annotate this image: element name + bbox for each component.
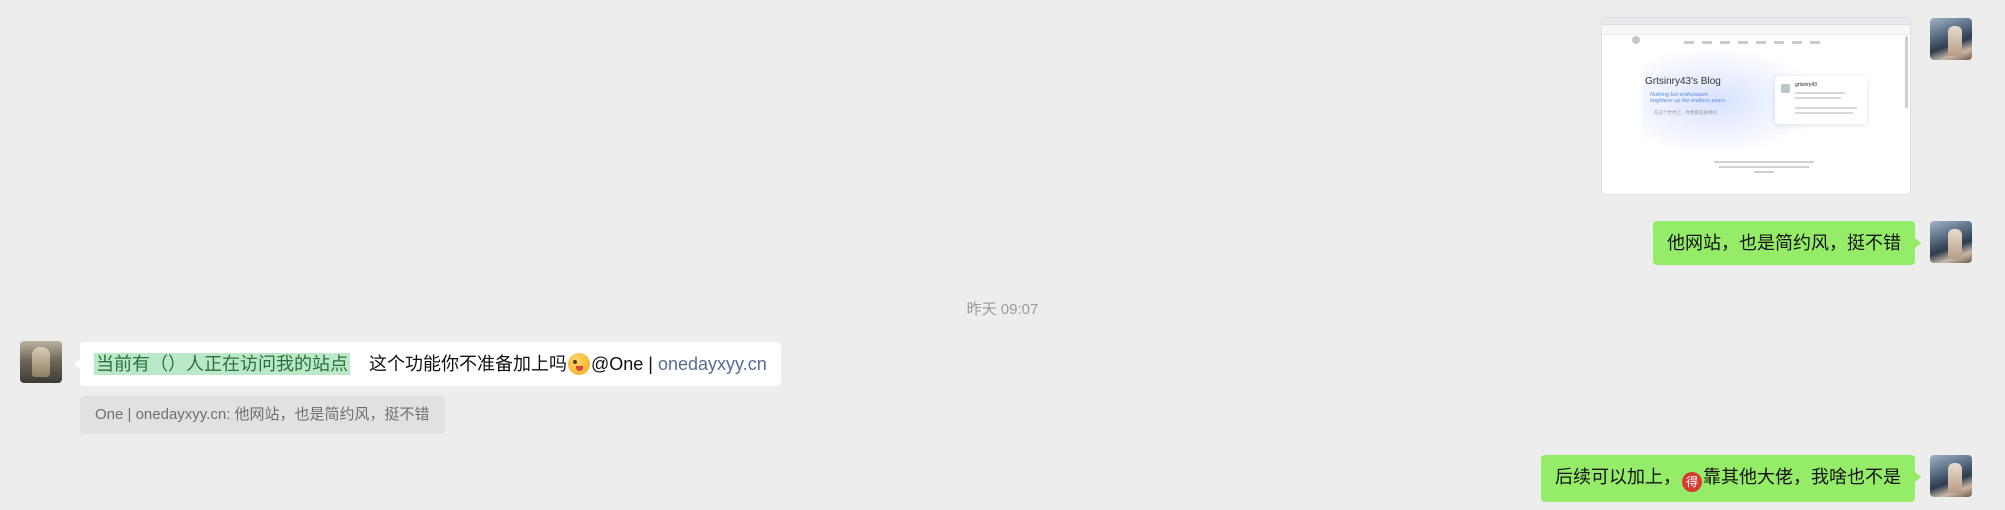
contact-avatar[interactable]	[20, 341, 62, 383]
message-link[interactable]: onedayxyy.cn	[658, 354, 767, 374]
highlighted-text: 当前有（）人正在访问我的站点	[94, 353, 350, 375]
message-bubble-other[interactable]: 当前有（）人正在访问我的站点 这个功能你不准备加上吗 @One | onedayx…	[74, 342, 781, 386]
quoted-message[interactable]: One | onedayxyy.cn: 他网站，也是简约风，挺不错	[80, 396, 445, 434]
self-avatar[interactable]	[1930, 221, 1972, 263]
message-timestamp: 昨天 09:07	[966, 301, 1039, 318]
de-emoji-icon: 得	[1682, 472, 1702, 492]
browser-address-bar	[1602, 25, 1910, 35]
profile-name: grtsinry43	[1795, 82, 1817, 88]
self-avatar[interactable]	[1930, 18, 1972, 60]
message-text-part1: 后续可以加上，	[1555, 467, 1681, 487]
profile-avatar	[1781, 84, 1790, 93]
mention-text: @One |	[591, 354, 658, 374]
screenshot-scrollbar	[1905, 36, 1908, 108]
message-text-part2: 靠其他大佬，我啥也不是	[1703, 467, 1901, 487]
message-text: 他网站，也是简约风，挺不错	[1667, 233, 1901, 253]
blog-subtitle: Nothing but enthusiasm brightens up the …	[1650, 92, 1727, 104]
browser-tab-strip	[1602, 18, 1910, 25]
message-bubble-self[interactable]: 他网站，也是简约风，挺不错	[1653, 221, 1921, 265]
blog-title: Grtsinry43's Blog	[1645, 76, 1721, 87]
screenshot-image-message[interactable]: Grtsinry43's Blog Nothing but enthusiasm…	[1602, 18, 1910, 194]
self-avatar[interactable]	[1930, 455, 1972, 497]
blog-tagline: 在这个世界上，你我都是独特的	[1654, 110, 1717, 115]
chat-window: Grtsinry43's Blog Nothing but enthusiasm…	[0, 0, 2005, 510]
site-footer	[1704, 158, 1824, 176]
message-bubble-self[interactable]: 后续可以加上，得靠其他大佬，我啥也不是	[1541, 455, 1921, 502]
message-text: 这个功能你不准备加上吗	[369, 354, 568, 374]
wink-tongue-emoji-icon	[568, 353, 591, 375]
profile-card: grtsinry43	[1775, 76, 1867, 124]
